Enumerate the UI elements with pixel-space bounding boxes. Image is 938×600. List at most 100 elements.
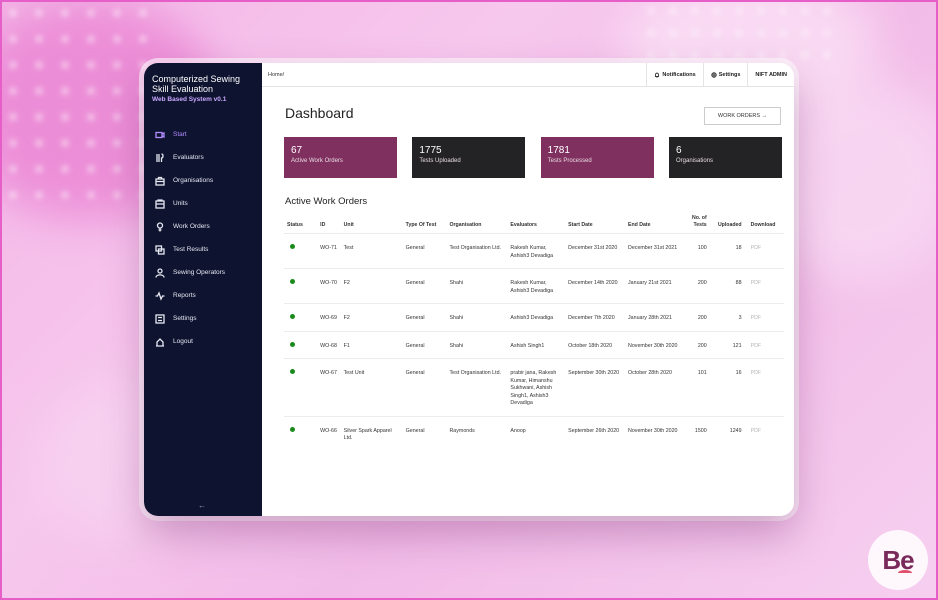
sidebar-item-test-results[interactable]: Test Results xyxy=(144,238,262,261)
column-header[interactable]: Status xyxy=(284,215,317,234)
tests-cell: 100 xyxy=(681,233,713,269)
notifications-label: Notifications xyxy=(662,71,696,78)
evaluators-icon xyxy=(154,152,166,163)
table-row[interactable]: WO-70 F2 General Shahi Rakesh Kumar, Ash… xyxy=(284,268,784,304)
sidebar-item-units[interactable]: Units xyxy=(144,192,262,215)
evaluators-cell: prabir jana, Rakesh Kumar, Himanshu Sukh… xyxy=(507,358,566,416)
status-dot-icon xyxy=(290,369,295,374)
column-header[interactable]: No. of Tests xyxy=(682,215,713,234)
status-cell xyxy=(284,415,318,451)
pdf-download-link[interactable]: PDF xyxy=(747,303,784,331)
settings-button[interactable]: Settings xyxy=(702,63,748,86)
pdf-download-link[interactable]: PDF xyxy=(747,358,784,416)
column-header[interactable]: Download xyxy=(748,215,784,234)
stat-card-organisations[interactable]: 6 Organisations xyxy=(668,137,782,178)
column-header[interactable]: Type Of Test xyxy=(403,215,447,234)
table-row[interactable]: WO-66 Silver Spark Apparel Ltd. General … xyxy=(284,415,784,451)
pdf-download-link[interactable]: PDF xyxy=(747,233,784,269)
unit-cell: Silver Spark Apparel Ltd. xyxy=(340,415,403,451)
column-header[interactable]: End Date xyxy=(625,215,682,234)
sidebar-item-label: Start xyxy=(173,131,187,138)
page-title: Dashboard xyxy=(285,105,354,121)
reports-icon xyxy=(154,290,166,301)
sidebar-item-settings[interactable]: Settings xyxy=(144,307,262,330)
user-menu[interactable]: NIFT ADMIN xyxy=(747,63,794,86)
sidebar: Computerized Sewing Skill Evaluation Web… xyxy=(144,63,262,516)
evaluators-cell: Ashish3 Devadiga xyxy=(507,303,566,331)
settings-icon xyxy=(154,313,166,324)
type-cell: General xyxy=(402,233,447,269)
column-header[interactable]: Evaluators xyxy=(507,215,565,234)
sidebar-item-evaluators[interactable]: Evaluators xyxy=(144,146,262,169)
gear-icon xyxy=(711,71,717,78)
tests-cell: 200 xyxy=(681,268,713,304)
unit-cell: Test xyxy=(340,233,403,269)
uploaded-cell: 88 xyxy=(712,268,748,304)
table-row[interactable]: WO-68 F1 General Shahi Ashish Singh1 Oct… xyxy=(284,330,784,359)
pdf-download-link[interactable]: PDF xyxy=(747,330,784,359)
device-screen: Computerized Sewing Skill Evaluation Web… xyxy=(144,63,794,516)
end-date-cell: January 28th 2021 xyxy=(625,303,682,331)
main-content: Home/ Notifications Settings NIFT ADMIN … xyxy=(262,63,794,516)
id-cell: WO-68 xyxy=(317,330,341,359)
evaluators-cell: Anoop xyxy=(507,415,566,451)
stat-value: 67 xyxy=(291,145,303,156)
column-header[interactable]: Uploaded xyxy=(713,215,748,234)
bell-icon xyxy=(655,72,660,78)
sidebar-item-work-orders[interactable]: Work Orders xyxy=(144,215,262,238)
sidebar-item-reports[interactable]: Reports xyxy=(144,284,262,307)
tests-cell: 200 xyxy=(681,330,713,359)
id-cell: WO-66 xyxy=(317,415,341,451)
collapse-sidebar-button[interactable]: ← xyxy=(198,501,206,510)
status-dot-icon xyxy=(290,314,295,319)
table-header-row: Status ID Unit Type Of Test Organisation… xyxy=(284,215,784,234)
organisation-cell: Shahi xyxy=(446,268,508,304)
column-header[interactable]: ID xyxy=(317,215,341,234)
type-cell: General xyxy=(402,330,447,359)
column-header[interactable]: Start Date xyxy=(565,215,625,234)
evaluators-cell: Ashish Singh1 xyxy=(507,330,566,359)
brand: Computerized Sewing Skill Evaluation Web… xyxy=(144,63,262,109)
breadcrumb[interactable]: Home/ xyxy=(268,72,646,78)
sidebar-item-label: Work Orders xyxy=(173,223,210,230)
stat-value: 6 xyxy=(675,145,682,156)
end-date-cell: November 30th 2020 xyxy=(625,415,682,451)
stat-card-tests-processed[interactable]: 1781 Tests Processed xyxy=(540,137,654,178)
table-row[interactable]: WO-69 F2 General Shahi Ashish3 Devadiga … xyxy=(284,303,784,331)
sewing-operators-icon xyxy=(154,267,166,278)
notifications-button[interactable]: Notifications xyxy=(646,63,702,86)
start-icon xyxy=(154,130,166,140)
organisations-icon xyxy=(154,176,166,186)
unit-cell: Test Unit xyxy=(340,358,403,416)
status-dot-icon xyxy=(290,279,295,284)
column-header[interactable]: Organisation xyxy=(446,215,507,234)
organisation-cell: Raymonds xyxy=(446,415,508,451)
tests-cell: 200 xyxy=(681,303,713,331)
table-row[interactable]: WO-71 Test General Test Organisation Ltd… xyxy=(284,233,784,269)
work-orders-table: Status ID Unit Type Of Test Organisation… xyxy=(284,215,784,451)
pdf-download-link[interactable]: PDF xyxy=(747,415,784,451)
sidebar-item-start[interactable]: Start xyxy=(144,123,262,146)
organisation-cell: Shahi xyxy=(446,330,508,359)
table-row[interactable]: WO-67 Test Unit General Test Organisatio… xyxy=(284,358,784,416)
status-dot-icon xyxy=(290,341,295,347)
organisation-cell: Shahi xyxy=(446,303,508,331)
organisation-cell: Test Organisation Ltd. xyxy=(446,358,508,416)
organisation-cell: Test Organisation Ltd. xyxy=(446,233,508,269)
sidebar-item-sewing-operators[interactable]: Sewing Operators xyxy=(144,261,262,284)
sidebar-item-organisations[interactable]: Organisations xyxy=(144,169,262,192)
end-date-cell: October 28th 2020 xyxy=(625,358,682,416)
column-header[interactable]: Unit xyxy=(341,215,403,234)
end-date-cell: January 21st 2021 xyxy=(625,268,682,304)
sidebar-item-logout[interactable]: Logout xyxy=(144,330,262,353)
stat-card-active-work-orders[interactable]: 67 Active Work Orders xyxy=(284,137,397,178)
stat-card-tests-uploaded[interactable]: 1775 Tests Uploaded xyxy=(412,137,526,178)
pdf-download-link[interactable]: PDF xyxy=(747,268,784,304)
work-orders-button[interactable]: WORK ORDERS → xyxy=(704,107,781,125)
uploaded-cell: 16 xyxy=(712,358,748,416)
status-dot-icon xyxy=(290,426,295,432)
uploaded-cell: 3 xyxy=(712,303,748,331)
test-results-icon xyxy=(154,244,166,255)
tests-cell: 101 xyxy=(681,358,713,416)
sidebar-item-label: Organisations xyxy=(173,177,214,184)
